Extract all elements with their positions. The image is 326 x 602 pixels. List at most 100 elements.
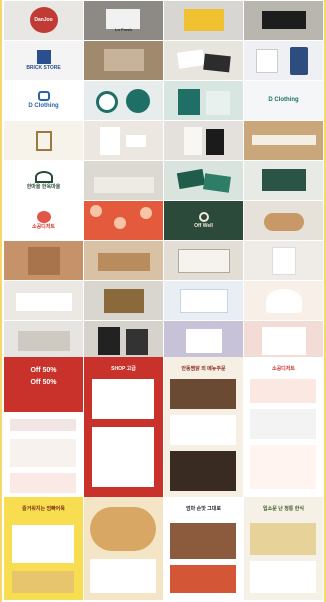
offwell-logo-icon [198, 211, 209, 222]
portfolio-grid: DanJoo Ln Fresh BRICK STORE D Clothing D… [4, 1, 324, 361]
grid-row-4 [4, 121, 324, 160]
tile-bakery[interactable] [244, 201, 323, 240]
bread-shape [264, 213, 304, 231]
grid-row-9 [4, 321, 324, 360]
info-photo [250, 561, 316, 593]
dessert-box [266, 289, 302, 313]
dessert-label: 소공디저트 [31, 223, 55, 230]
tile-lavender[interactable] [164, 321, 243, 360]
tile-shopping-bag[interactable] [164, 121, 243, 160]
product-block-2 [10, 473, 76, 493]
cup-1 [96, 91, 118, 113]
card-1 [177, 49, 205, 69]
info-block [250, 523, 316, 555]
tile-hanok[interactable]: 한마을 한옥마을 [4, 161, 83, 200]
tile-gift-box[interactable] [84, 281, 163, 320]
detail-page-4[interactable]: 소공디저트 입소문 난 정통 한식 [244, 357, 323, 600]
black-pouch-2 [126, 329, 148, 355]
tile-dclothing[interactable]: D Clothing [4, 81, 83, 120]
tshirt-shape [256, 49, 278, 73]
tile-dessert-box[interactable] [244, 281, 323, 320]
danjoo-label: DanJoo [34, 16, 53, 23]
food-photo-2 [170, 451, 236, 491]
tile-kraft-bag[interactable] [4, 241, 83, 280]
tile-white-box[interactable] [4, 281, 83, 320]
yellow-photo [12, 525, 74, 563]
bread-info [90, 559, 156, 593]
detail-page-1[interactable]: Off 50% Off 50% 즐거워지는 엄빠어묵 [4, 357, 83, 600]
tile-interior[interactable] [84, 161, 163, 200]
tile-brown-wall[interactable] [84, 41, 163, 80]
counter [94, 177, 154, 193]
tile-dark-sign[interactable] [244, 1, 323, 40]
lnfresh-label: Ln Fresh [115, 27, 132, 33]
green-card-1 [176, 168, 206, 190]
bag-2 [206, 91, 230, 115]
apron-shape [290, 47, 308, 75]
offwell-label: Off Well [194, 222, 213, 229]
restaurant-banner [170, 565, 236, 593]
brown-panel [104, 49, 144, 71]
tile-yellow-sign[interactable] [164, 1, 243, 40]
tile-lnfresh-wall[interactable]: Ln Fresh [84, 1, 163, 40]
grid-row-1: DanJoo Ln Fresh [4, 1, 324, 40]
tile-print-box[interactable] [164, 281, 243, 320]
tile-stationery[interactable] [84, 121, 163, 160]
tile-pattern[interactable] [84, 201, 163, 240]
brick-label: BRICK STORE [26, 64, 61, 71]
grid-row-6: 소공디저트 Off Well [4, 201, 324, 240]
grid-row-3: D Clothing D Clothing [4, 81, 324, 120]
tile-silver-pack[interactable] [4, 321, 83, 360]
letterhead [100, 127, 120, 155]
red-page-list [92, 427, 154, 487]
detail-page-3[interactable]: 안동찜닭 외 메뉴주문 엄마 손맛 그대로 [164, 357, 243, 600]
lnfresh-panel [106, 9, 140, 29]
bag-black [206, 129, 224, 155]
tile-black-pouch[interactable] [84, 321, 163, 360]
grid-row-5: 한마을 한옥마을 [4, 161, 324, 200]
tile-brick-store[interactable]: BRICK STORE [4, 41, 83, 80]
tile-pouch[interactable] [244, 241, 323, 280]
dessert-page-title: 소공디저트 [271, 366, 295, 372]
tile-hanji-logo[interactable] [4, 121, 83, 160]
tile-green-board[interactable] [244, 161, 323, 200]
pink-card [262, 327, 306, 355]
food-container [178, 249, 230, 273]
promo-strip [10, 419, 76, 431]
food-info-1 [170, 415, 236, 445]
info-title: 입소문 난 정통 한식 [263, 506, 304, 512]
black-pouch-1 [98, 327, 120, 355]
dclothing-label-2: D Clothing [268, 97, 299, 104]
dot-2 [114, 217, 126, 229]
restaurant-title: 엄마 손맛 그대로 [186, 506, 221, 512]
restaurant-photo [170, 523, 236, 559]
hanok-label: 한마을 한옥마을 [26, 183, 61, 190]
white-box [16, 293, 72, 311]
tile-kraft-box[interactable] [84, 241, 163, 280]
detail-page-2[interactable]: SHOP 고급 [84, 357, 163, 600]
tile-offwell[interactable]: Off Well [164, 201, 243, 240]
tile-apparel[interactable] [244, 41, 323, 80]
tile-danjoo-sign[interactable]: DanJoo [4, 1, 83, 40]
red-page-card [92, 379, 154, 419]
tile-wooden-sign[interactable] [244, 121, 323, 160]
bread-photo [90, 507, 156, 551]
dot-3 [140, 207, 152, 219]
tile-pink-card[interactable] [244, 321, 323, 360]
bag-white [184, 127, 202, 155]
tile-dclothing-2[interactable]: D Clothing [244, 81, 323, 120]
tile-food-container[interactable] [164, 241, 243, 280]
product-block-1 [10, 439, 76, 467]
tile-dessert[interactable]: 소공디저트 [4, 201, 83, 240]
green-board [262, 169, 306, 191]
dessert-hero [250, 379, 316, 403]
tile-teal-bags[interactable] [164, 81, 243, 120]
cup-2 [126, 89, 150, 113]
dessert-grid [250, 445, 316, 489]
hanok-logo-icon [34, 170, 53, 183]
grid-row-2: BRICK STORE [4, 41, 324, 80]
tile-business-cards[interactable] [164, 41, 243, 80]
dot-1 [90, 205, 102, 217]
tile-teal-cups[interactable] [84, 81, 163, 120]
tile-green-cards[interactable] [164, 161, 243, 200]
